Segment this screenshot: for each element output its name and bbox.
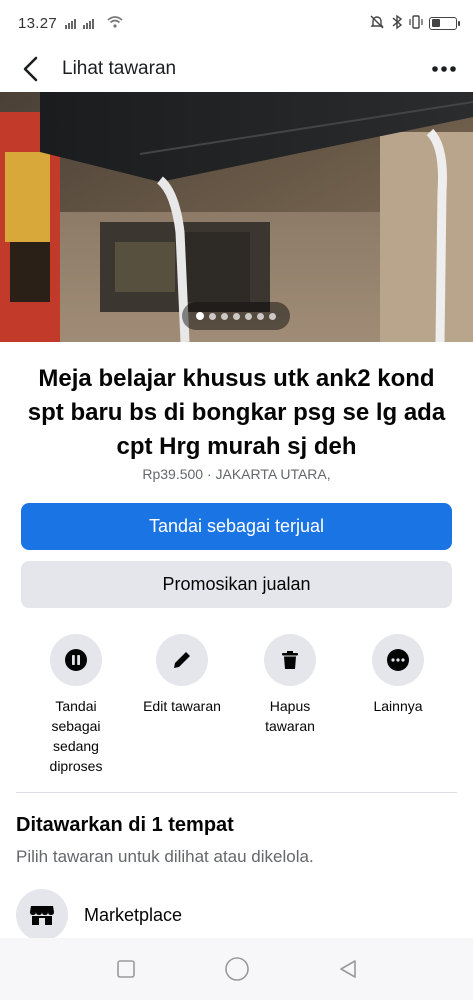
more-icon — [387, 649, 409, 671]
more-actions-circle — [372, 634, 424, 686]
pagination-dot — [233, 312, 240, 320]
recents-square-icon — [116, 960, 135, 978]
bluetooth-icon — [391, 14, 403, 33]
battery-icon — [429, 16, 460, 30]
mark-pending-action[interactable]: Tandai sebagai sedang diproses — [21, 634, 131, 776]
signal-icon — [65, 17, 99, 29]
pagination-dot — [257, 312, 264, 320]
home-button[interactable] — [217, 949, 257, 989]
vibrate-icon — [409, 14, 423, 33]
recents-button[interactable] — [106, 949, 146, 989]
more-horizontal-icon — [432, 66, 456, 72]
back-triangle-icon — [339, 960, 356, 978]
offered-places-subtitle: Pilih tawaran untuk dilihat atau dikelol… — [16, 847, 314, 866]
home-circle-icon — [224, 957, 249, 981]
more-actions-action[interactable]: Lainnya — [343, 634, 453, 716]
system-nav-bar — [0, 938, 473, 1000]
chevron-left-icon — [23, 56, 38, 82]
photo-pagination — [182, 302, 290, 330]
listing-price-location: Rp39.500 · JAKARTA UTARA, — [142, 466, 331, 482]
mark-sold-button[interactable]: Tandai sebagai terjual — [21, 503, 452, 550]
delete-listing-action[interactable]: Hapus tawaran — [235, 634, 345, 736]
mark-pending-circle — [50, 634, 102, 686]
offered-places-title: Ditawarkan di 1 tempat — [16, 814, 234, 836]
mute-bell-icon — [369, 14, 385, 33]
edit-listing-circle — [156, 634, 208, 686]
pencil-icon — [174, 652, 190, 668]
pagination-dot — [269, 312, 276, 320]
status-bar: 13.27 — [0, 0, 473, 46]
pagination-dot — [196, 312, 204, 320]
place-marketplace-label: Marketplace — [84, 904, 183, 925]
wifi-icon — [107, 15, 123, 32]
system-back-button[interactable] — [328, 949, 368, 989]
trash-icon — [282, 651, 298, 669]
edit-listing-action[interactable]: Edit tawaran — [127, 634, 237, 716]
status-right — [369, 14, 460, 33]
mark-pending-label: Tandai sebagai sedang diproses — [49, 698, 103, 774]
more-actions-label: Lainnya — [373, 698, 423, 714]
delete-listing-circle — [264, 634, 316, 686]
section-divider — [16, 792, 457, 793]
delete-listing-label: Hapus tawaran — [265, 698, 315, 734]
promote-listing-button[interactable]: Promosikan jualan — [21, 561, 452, 608]
pagination-dot — [245, 312, 252, 320]
battery-level — [431, 19, 440, 27]
status-time: 13.27 — [18, 14, 58, 32]
status-left: 13.27 — [18, 15, 123, 32]
edit-listing-label: Edit tawaran — [143, 698, 221, 714]
storefront-icon — [30, 906, 54, 925]
page-title: Lihat tawaran — [62, 58, 177, 79]
more-options-button[interactable] — [429, 54, 459, 84]
pause-icon — [65, 649, 87, 671]
pagination-dot — [221, 312, 228, 320]
pagination-dot — [209, 312, 216, 320]
back-button[interactable] — [16, 51, 46, 87]
app-header: Lihat tawaran — [0, 46, 473, 92]
listing-title: Meja belajar khusus utk ank2 kond spt ba… — [27, 365, 446, 460]
place-marketplace-row[interactable]: Marketplace — [16, 889, 182, 941]
place-icon-circle — [16, 889, 68, 941]
